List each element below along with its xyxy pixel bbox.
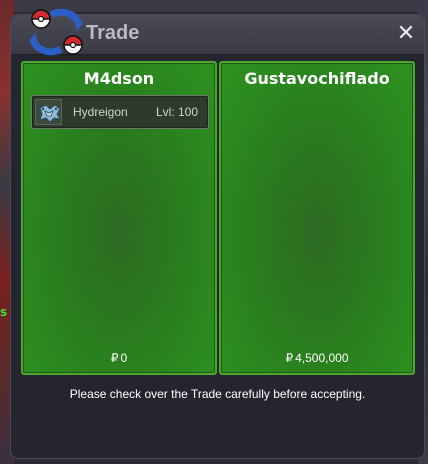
background-edge-text: s [0, 305, 8, 319]
close-button[interactable]: ✕ [396, 23, 416, 45]
currency-icon: ₽ [285, 351, 294, 365]
right-money: ₽4,500,000 [221, 351, 413, 365]
trade-window: Trade ✕ M4dson Hydreigon Lvl: 100 ₽ 0 Gu… [10, 8, 425, 459]
hydreigon-icon [35, 99, 62, 125]
left-money-amount: 0 [120, 351, 128, 365]
window-title: Trade [86, 22, 140, 44]
left-money: ₽0 [23, 351, 215, 365]
currency-icon: ₽ [110, 351, 119, 365]
right-money-amount: 4,500,000 [295, 351, 349, 365]
item-name: Hydreigon [73, 105, 128, 119]
item-level: Lvl: 100 [155, 105, 198, 119]
left-player-name: M4dson [83, 69, 155, 88]
right-trade-panel: Gustavochiflado ₽4,500,000 [219, 61, 415, 375]
trade-logo-icon [29, 8, 83, 56]
left-trade-panel: M4dson Hydreigon Lvl: 100 ₽0 [21, 61, 217, 375]
right-player-name: Gustavochiflado [244, 69, 390, 88]
trade-notice: Please check over the Trade carefully be… [69, 387, 366, 401]
trade-item-slot[interactable]: Hydreigon Lvl: 100 [31, 95, 209, 129]
